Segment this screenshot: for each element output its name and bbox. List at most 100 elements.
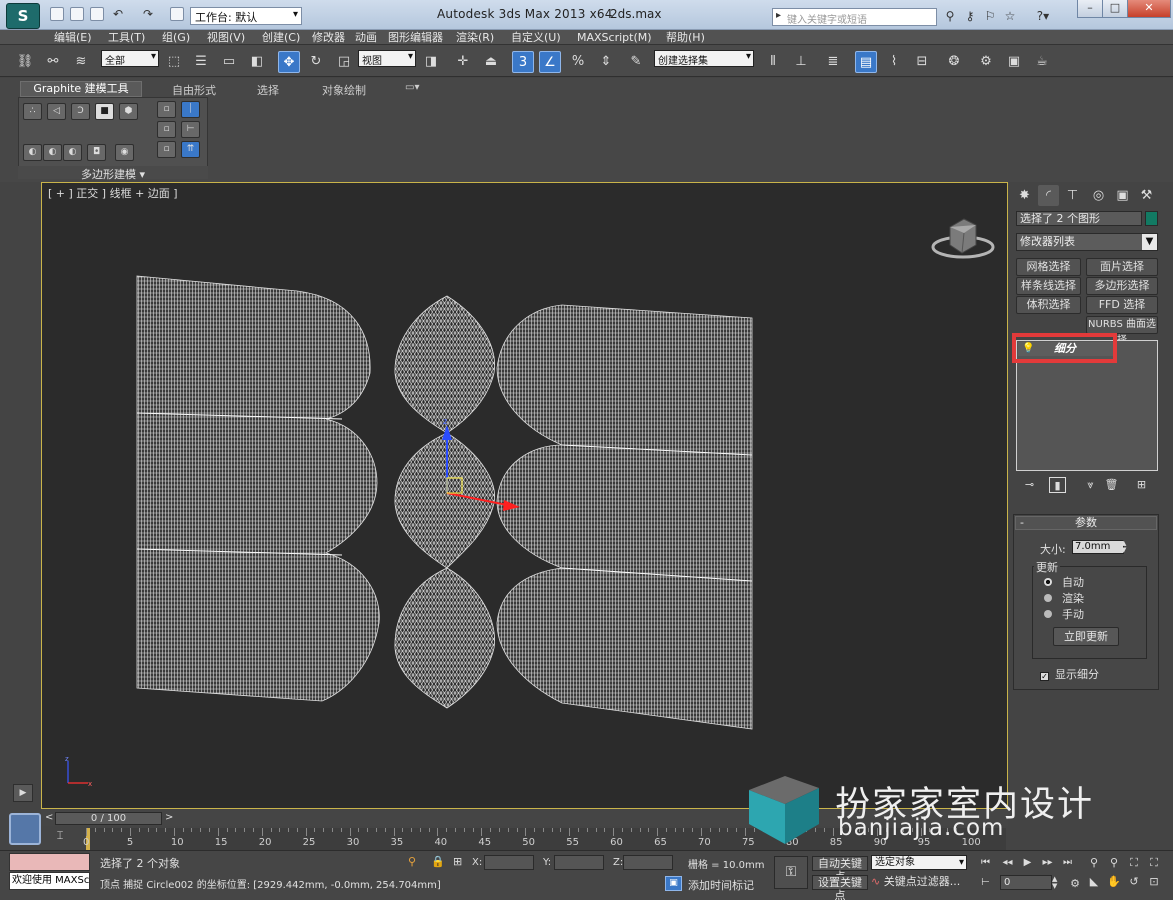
absolute-mode-icon[interactable]: ⊞ <box>453 855 462 868</box>
orbit-icon[interactable]: ↺ <box>1126 874 1142 889</box>
zoom-extents-all-icon[interactable]: ⛶ <box>1146 855 1162 870</box>
schematic-view-icon[interactable]: ⊟ <box>911 51 933 73</box>
modifier-list-dropdown[interactable]: 修改器列表 <box>1016 233 1158 251</box>
angle-snap-icon[interactable]: ∠ <box>539 51 561 73</box>
element-icon[interactable]: ⬢ <box>119 103 138 120</box>
play-icon[interactable]: ▶ <box>1020 856 1035 869</box>
material-editor-icon[interactable]: ❂ <box>943 51 965 73</box>
menu-customize[interactable]: 自定义(U) <box>511 30 561 45</box>
time-tag-icon[interactable]: ▣ <box>665 876 682 891</box>
create-tab-icon[interactable]: ✸ <box>1014 185 1035 206</box>
spinner-snap-icon[interactable]: ⇕ <box>595 51 617 73</box>
workspace-dropdown[interactable]: 工作台: 默认 <box>190 7 302 25</box>
save-file-icon[interactable] <box>90 7 104 21</box>
menu-views[interactable]: 视图(V) <box>207 30 245 45</box>
show-subdivision-checkbox[interactable]: ✓ 显示细分 <box>1040 666 1099 682</box>
graphite-toggle-icon[interactable]: ▤ <box>855 51 877 73</box>
key-selection-dropdown[interactable]: 选定对象 <box>871 855 967 870</box>
undo-icon[interactable]: ↶ <box>110 7 126 21</box>
hierarchy-tab-icon[interactable]: ⊤ <box>1062 185 1083 206</box>
radio-render[interactable]: 渲染 <box>1044 590 1084 606</box>
time-slider[interactable]: 0 / 100 <box>55 812 162 825</box>
time-config-icon[interactable]: ⚙ <box>1067 876 1083 891</box>
remove-modifier-icon[interactable]: 🗑 <box>1103 477 1120 493</box>
mesh-select-button[interactable]: 网格选择 <box>1016 258 1081 276</box>
goto-start-icon[interactable]: ⏮ <box>978 856 993 869</box>
app-logo-icon[interactable]: S <box>6 3 40 29</box>
viewport-front[interactable]: z [ + ] 正交 ] 线框 + 边面 ] z x <box>41 182 1008 809</box>
ribbon-options-icon[interactable]: ▭▾ <box>405 82 419 93</box>
tab-object-paint[interactable]: 对象绘制 <box>322 82 366 98</box>
spline-select-button[interactable]: 样条线选择 <box>1016 277 1081 295</box>
pan-icon[interactable]: ✋ <box>1106 874 1122 889</box>
communication-icon[interactable]: ⚐ <box>982 9 998 23</box>
radio-auto[interactable]: 自动 <box>1044 574 1084 590</box>
selection-filter-dropdown[interactable]: 全部 <box>101 50 159 67</box>
maximize-button[interactable]: □ <box>1102 0 1128 18</box>
field-of-view-icon[interactable]: ◣ <box>1086 874 1102 889</box>
menu-rendering[interactable]: 渲染(R) <box>456 30 494 45</box>
vol-select-button[interactable]: 体积选择 <box>1016 296 1081 314</box>
side-tool-1-icon[interactable]: ▫ <box>157 101 176 118</box>
maximize-viewport-icon[interactable]: ⊡ <box>1146 874 1162 889</box>
zoom-extents-icon[interactable]: ⛶ <box>1126 855 1142 870</box>
maxscript-listener-white[interactable]: 欢迎使用 MAXSc <box>9 872 90 890</box>
previous-modifier-icon[interactable]: ◐ <box>43 144 62 161</box>
align-icon[interactable]: ⊥ <box>790 51 812 73</box>
z-coord-input[interactable] <box>623 855 673 870</box>
time-next-icon[interactable]: > <box>165 812 173 823</box>
next-modifier-icon[interactable]: ◐ <box>63 144 82 161</box>
collapse-icon[interactable]: - <box>1020 516 1024 529</box>
auto-key-button[interactable]: 自动关键点 <box>812 856 868 883</box>
key-mode-icon[interactable]: ⊢ <box>978 876 993 889</box>
expand-viewport-icon[interactable]: ▶ <box>13 784 33 802</box>
ribbon-panel-label[interactable]: 多边形建模 ▾ <box>18 166 208 181</box>
new-file-icon[interactable] <box>50 7 64 21</box>
x-coord-input[interactable] <box>484 855 534 870</box>
move-icon[interactable]: ✥ <box>278 51 300 73</box>
redo-icon[interactable]: ↷ <box>140 7 156 21</box>
hold-icon[interactable] <box>170 7 184 21</box>
tab-selection[interactable]: 选择 <box>257 82 279 98</box>
prev-frame-icon[interactable]: ◂◂ <box>1000 856 1015 869</box>
border-icon[interactable]: Ↄ <box>71 103 90 120</box>
object-color-swatch[interactable] <box>1145 211 1158 226</box>
configure-sets-icon[interactable]: ⊞ <box>1133 477 1150 493</box>
lock-icon[interactable]: 🔒 <box>431 855 445 868</box>
y-coord-input[interactable] <box>554 855 604 870</box>
poly-select-button[interactable]: 多边形选择 <box>1086 277 1158 295</box>
render-setup-icon[interactable]: ⚙ <box>975 51 997 73</box>
utilities-tab-icon[interactable]: ⚒ <box>1136 185 1157 206</box>
menu-tools[interactable]: 工具(T) <box>108 30 145 45</box>
menu-graph-editors[interactable]: 图形编辑器 <box>388 30 443 45</box>
size-spinner-input[interactable]: 7.0mm <box>1072 540 1124 554</box>
side-tool-6-icon[interactable]: ⇈ <box>181 141 200 158</box>
show-end-result-toggle-icon[interactable]: ▮ <box>1049 477 1066 493</box>
help-icon[interactable]: ?▾ <box>1030 9 1056 23</box>
menu-edit[interactable]: 编辑(E) <box>54 30 92 45</box>
motion-tab-icon[interactable]: ◎ <box>1088 185 1109 206</box>
binoculars-icon[interactable]: ⚲ <box>942 9 958 23</box>
pin-stack-icon[interactable]: ⊸ <box>1021 477 1038 493</box>
bind-spacewarp-icon[interactable]: ≋ <box>70 51 92 73</box>
named-selection-dropdown[interactable]: 创建选择集 <box>654 50 754 67</box>
curve-editor-icon[interactable]: ⌇ <box>883 51 905 73</box>
menu-create[interactable]: 创建(C) <box>262 30 300 45</box>
tab-graphite-modeling[interactable]: Graphite 建模工具 <box>20 81 142 97</box>
percent-snap-icon[interactable]: % <box>567 51 589 73</box>
select-manipulate-icon[interactable]: ✛ <box>452 51 474 73</box>
update-now-button[interactable]: 立即更新 <box>1053 627 1119 646</box>
object-name-field[interactable]: 选择了 2 个图形 <box>1016 211 1142 226</box>
layer-manager-icon[interactable]: ≣ <box>822 51 844 73</box>
collapse-stack-icon[interactable]: ◘ <box>87 144 106 161</box>
keyboard-shortcut-icon[interactable]: ⏏ <box>480 51 502 73</box>
open-file-icon[interactable] <box>70 7 84 21</box>
close-button[interactable]: ✕ <box>1127 0 1171 18</box>
modify-mode-icon[interactable]: ◐ <box>23 144 42 161</box>
spinner-arrows-icon[interactable]: ▲ ▼ <box>1121 540 1129 554</box>
goto-end-icon[interactable]: ⏭ <box>1060 856 1075 869</box>
edit-named-selection-icon[interactable]: ✎ <box>625 51 647 73</box>
render-teapot-icon[interactable]: ☕ <box>1031 51 1053 73</box>
frame-spinner-icon[interactable]: ▲ ▼ <box>1052 876 1060 890</box>
nurbs-select-button[interactable]: NURBS 曲面选择 <box>1086 316 1158 346</box>
